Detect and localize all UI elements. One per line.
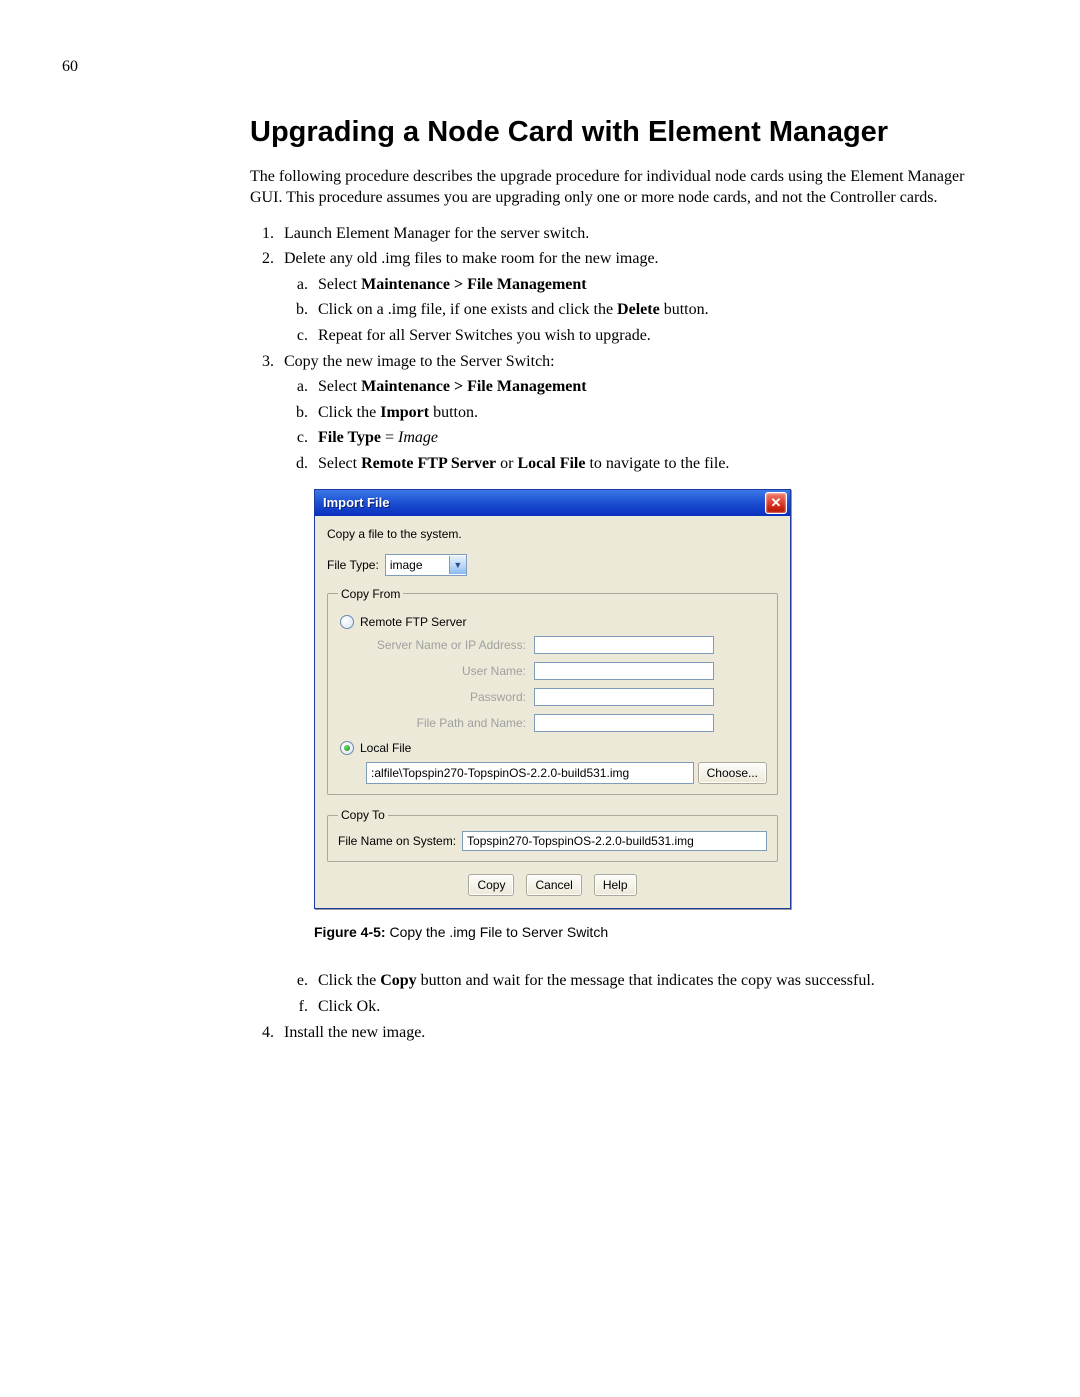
copy-from-group: Copy From Remote FTP Server Server Name … [327, 586, 778, 796]
step-3a-pre: Select [318, 378, 361, 395]
dialog-body: Copy a file to the system. File Type: im… [315, 516, 790, 909]
import-file-dialog: Import File ✕ Copy a file to the system.… [314, 489, 791, 910]
step-2b-pre: Click on a .img file, if one exists and … [318, 301, 617, 318]
step-3d-pre: Select [318, 455, 361, 472]
chevron-down-icon[interactable]: ▼ [449, 556, 466, 574]
password-input[interactable] [534, 688, 714, 706]
step-3c-mid: = [381, 429, 398, 446]
user-name-input[interactable] [534, 662, 714, 680]
step-3b-bold: Import [380, 404, 429, 421]
step-4: Install the new image. [278, 1022, 1000, 1044]
remote-fields: Server Name or IP Address: User Name: Pa… [366, 636, 767, 732]
step-3d: Select Remote FTP Server or Local File t… [312, 453, 1000, 475]
file-type-value: image [386, 557, 449, 573]
step-2: Delete any old .img files to make room f… [278, 248, 1000, 346]
step-3d-mid: or [496, 455, 517, 472]
step-1: Launch Element Manager for the server sw… [278, 223, 1000, 245]
step-3e-bold: Copy [380, 972, 416, 989]
step-3d-b1: Remote FTP Server [361, 455, 496, 472]
step-3e-post: button and wait for the message that ind… [417, 972, 875, 989]
filename-label: File Name on System: [338, 833, 456, 849]
step-2b: Click on a .img file, if one exists and … [312, 299, 1000, 321]
local-file-value: :alfile\Topspin270-TopspinOS-2.2.0-build… [371, 765, 629, 781]
close-icon: ✕ [771, 494, 782, 512]
local-file-input[interactable]: :alfile\Topspin270-TopspinOS-2.2.0-build… [366, 762, 694, 784]
remote-ftp-option[interactable]: Remote FTP Server [340, 614, 767, 630]
step-3b-post: button. [429, 404, 478, 421]
file-path-label: File Path and Name: [366, 715, 534, 731]
file-type-label: File Type: [327, 557, 379, 573]
figure-caption: Figure 4-5: Copy the .img File to Server… [314, 923, 1000, 942]
radio-local[interactable] [340, 741, 354, 755]
filename-row: File Name on System: Topspin270-TopspinO… [338, 831, 767, 851]
copy-to-legend: Copy To [338, 807, 388, 823]
step-3f: Click Ok. [312, 996, 1000, 1018]
close-button[interactable]: ✕ [765, 492, 787, 514]
step-3e: Click the Copy button and wait for the m… [312, 970, 1000, 992]
file-type-row: File Type: image ▼ [327, 554, 778, 576]
step-3b-pre: Click the [318, 404, 380, 421]
step-2b-bold: Delete [617, 301, 660, 318]
copy-from-legend: Copy From [338, 586, 403, 602]
step-3d-post: to navigate to the file. [585, 455, 729, 472]
step-3c: File Type = Image [312, 427, 1000, 449]
step-3-substeps-top: Select Maintenance > File Management Cli… [284, 376, 1000, 474]
page-number: 60 [62, 58, 1000, 76]
local-file-option[interactable]: Local File [340, 740, 767, 756]
figure-caption-bold: Figure 4-5: [314, 924, 386, 940]
cancel-button[interactable]: Cancel [526, 874, 581, 896]
local-file-label: Local File [360, 740, 411, 756]
filename-value: Topspin270-TopspinOS-2.2.0-build531.img [467, 833, 694, 849]
dialog-title: Import File [323, 494, 389, 512]
step-3a-bold: Maintenance > File Management [361, 378, 587, 395]
server-name-label: Server Name or IP Address: [366, 637, 534, 653]
step-3b: Click the Import button. [312, 402, 1000, 424]
step-2a-pre: Select [318, 276, 361, 293]
filename-input[interactable]: Topspin270-TopspinOS-2.2.0-build531.img [462, 831, 767, 851]
step-3: Copy the new image to the Server Switch:… [278, 351, 1000, 1018]
step-2a-bold: Maintenance > File Management [361, 276, 587, 293]
step-2-substeps: Select Maintenance > File Management Cli… [284, 274, 1000, 347]
step-3-text: Copy the new image to the Server Switch: [284, 353, 555, 370]
user-name-label: User Name: [366, 663, 534, 679]
step-2c: Repeat for all Server Switches you wish … [312, 325, 1000, 347]
file-type-combo[interactable]: image ▼ [385, 554, 467, 576]
step-2b-post: button. [660, 301, 709, 318]
main-steps: Launch Element Manager for the server sw… [250, 223, 1000, 1044]
dialog-titlebar: Import File ✕ [315, 490, 790, 516]
step-2a: Select Maintenance > File Management [312, 274, 1000, 296]
figure-caption-rest: Copy the .img File to Server Switch [386, 924, 609, 940]
dialog-description: Copy a file to the system. [327, 526, 778, 542]
step-3d-b2: Local File [517, 455, 585, 472]
copy-button[interactable]: Copy [468, 874, 514, 896]
remote-ftp-label: Remote FTP Server [360, 614, 466, 630]
dialog-buttons: Copy Cancel Help [327, 874, 778, 896]
local-file-row: :alfile\Topspin270-TopspinOS-2.2.0-build… [366, 762, 767, 784]
choose-button[interactable]: Choose... [698, 762, 767, 784]
step-2-text: Delete any old .img files to make room f… [284, 250, 659, 267]
step-3c-italic: Image [398, 429, 438, 446]
copy-to-group: Copy To File Name on System: Topspin270-… [327, 807, 778, 862]
step-3-substeps-bottom: Click the Copy button and wait for the m… [284, 970, 1000, 1017]
step-3a: Select Maintenance > File Management [312, 376, 1000, 398]
server-name-input[interactable] [534, 636, 714, 654]
radio-remote[interactable] [340, 615, 354, 629]
step-3e-pre: Click the [318, 972, 380, 989]
password-label: Password: [366, 689, 534, 705]
file-path-input[interactable] [534, 714, 714, 732]
help-button[interactable]: Help [594, 874, 637, 896]
page-title: Upgrading a Node Card with Element Manag… [250, 116, 1000, 149]
step-3c-bold: File Type [318, 429, 381, 446]
intro-paragraph: The following procedure describes the up… [250, 167, 1000, 209]
